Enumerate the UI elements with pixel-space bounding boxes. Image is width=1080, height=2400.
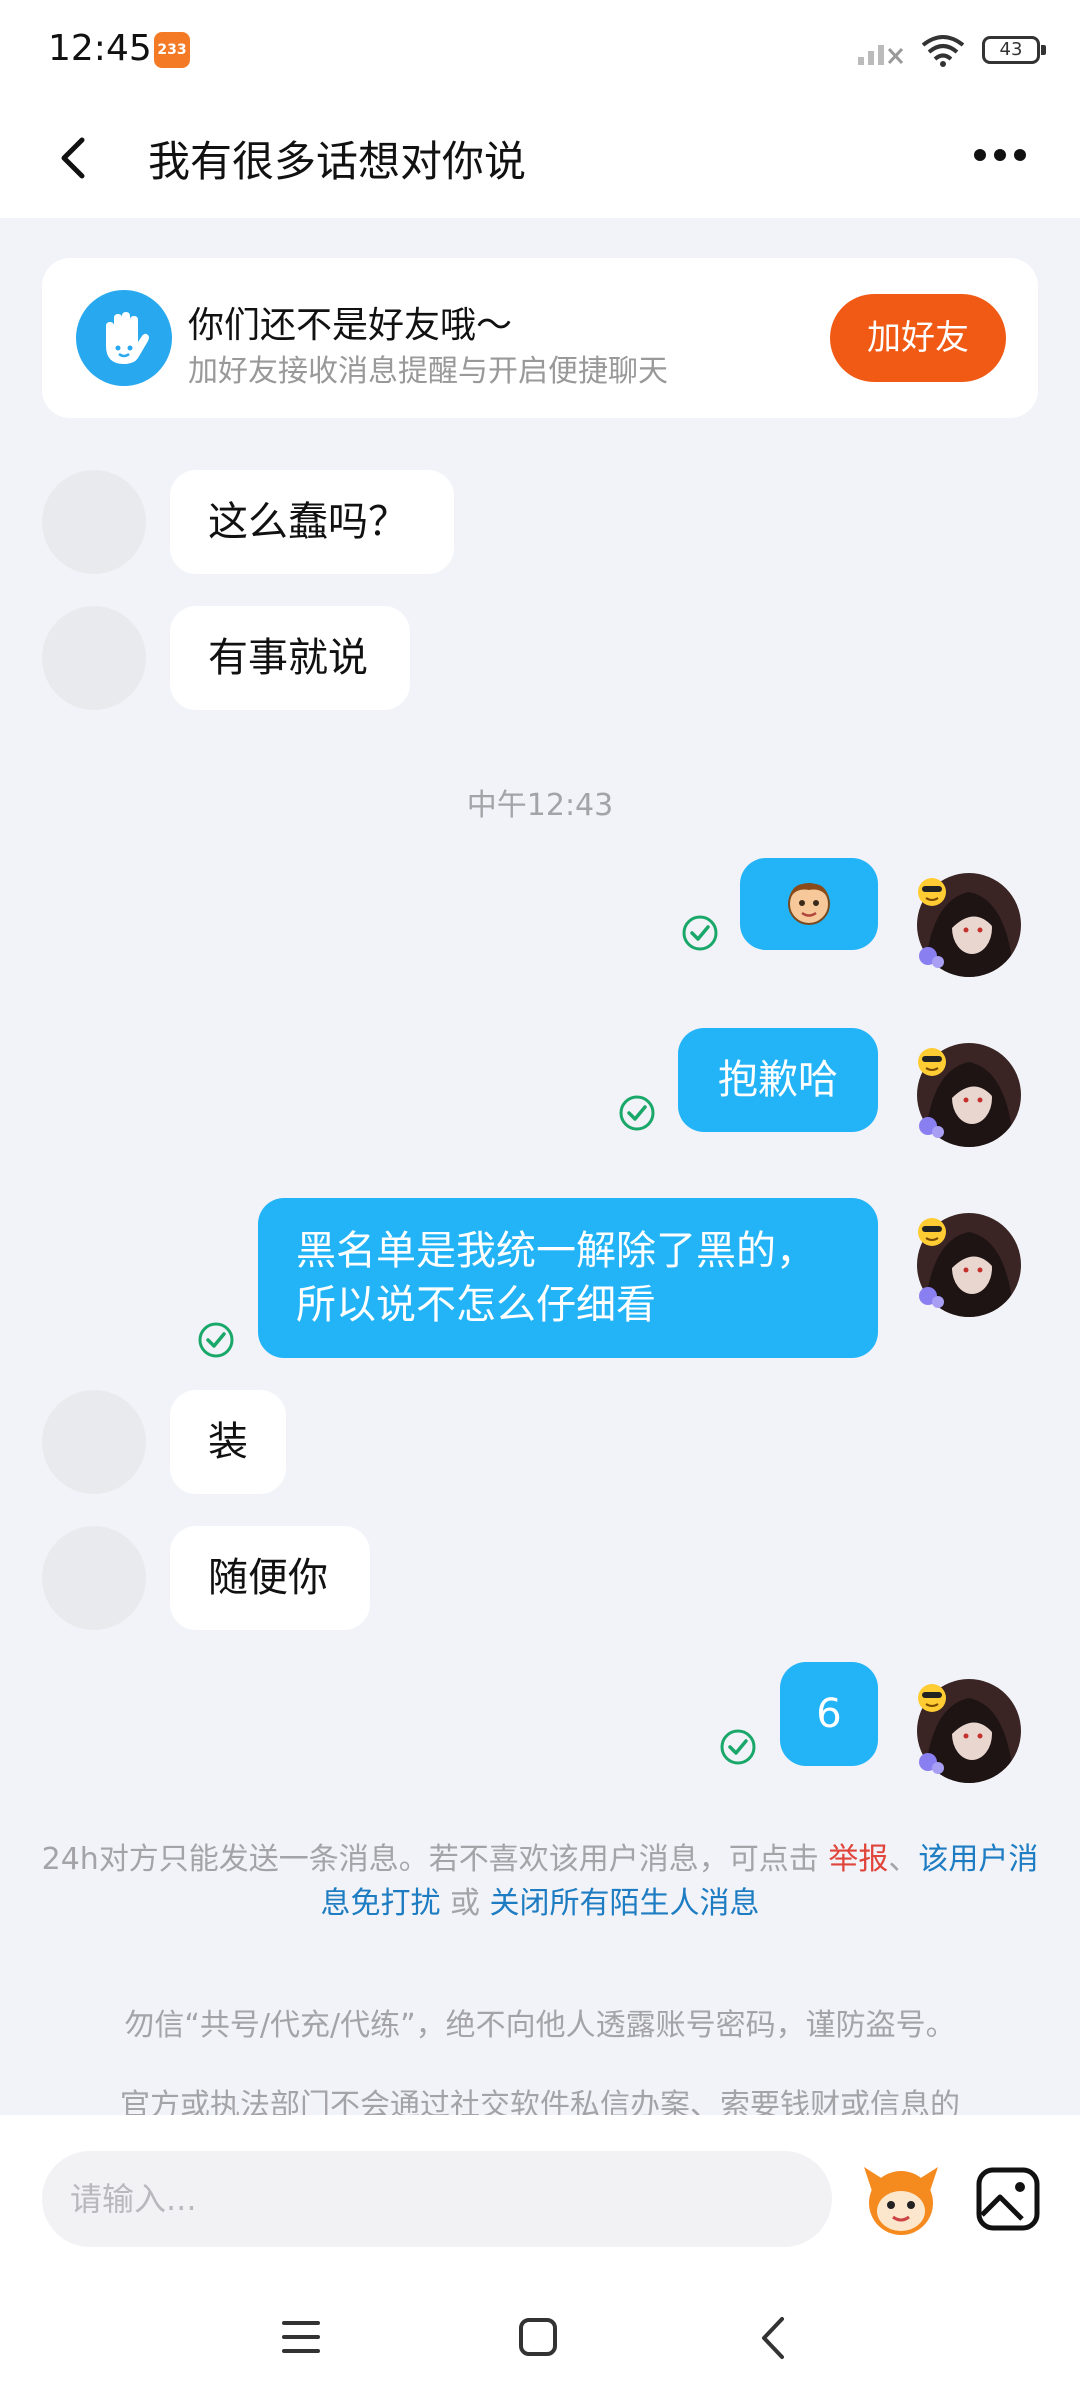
wifi-icon	[921, 35, 965, 67]
system-back-icon[interactable]	[758, 2315, 788, 2361]
message-text-line: 黑名单是我统一解除了黑的，	[296, 1228, 816, 1274]
my-avatar[interactable]	[914, 1210, 1024, 1320]
sticker-face-icon	[788, 883, 830, 925]
contact-avatar[interactable]	[42, 606, 146, 710]
message-timestamp: 中午12:43	[466, 788, 614, 823]
message-text-line: 所以说不怎么仔细看	[296, 1282, 656, 1328]
read-check-icon	[619, 1095, 655, 1131]
recent-apps-icon[interactable]	[280, 2317, 322, 2357]
contact-avatar[interactable]	[42, 1526, 146, 1630]
message-bubble-outgoing[interactable]	[740, 858, 878, 950]
my-avatar[interactable]	[914, 1040, 1024, 1150]
read-check-icon	[682, 915, 718, 951]
message-bubble-incoming[interactable]: 有事就说	[170, 606, 410, 710]
app-notification-icon: 233	[154, 32, 190, 68]
home-icon[interactable]	[518, 2317, 558, 2357]
message-bubble-outgoing[interactable]: 6	[780, 1662, 878, 1766]
contact-avatar[interactable]	[42, 1390, 146, 1494]
message-bubble-outgoing[interactable]: 抱歉哈	[678, 1028, 878, 1132]
add-friend-banner: 你们还不是好友哦～ 加好友接收消息提醒与开启便捷聊天 加好友	[42, 258, 1038, 418]
more-options-icon[interactable]	[970, 140, 1030, 170]
friend-card-title: 你们还不是好友哦～	[188, 305, 513, 346]
notice-text: 24h对方只能发送一条消息。若不喜欢该用户消息，可点击	[41, 1842, 829, 1877]
status-time: 12:45	[48, 28, 152, 69]
sticker-emoji-icon[interactable]	[860, 2161, 942, 2239]
report-link[interactable]: 举报	[828, 1842, 888, 1877]
safety-warning: 勿信“共号/代充/代练”，绝不向他人透露账号密码，谨防盗号。	[124, 2008, 956, 2043]
message-input[interactable]	[42, 2151, 832, 2247]
message-bubble-incoming[interactable]: 这么蠢吗？	[170, 470, 454, 574]
status-icons: 43	[858, 30, 1046, 70]
back-arrow-icon[interactable]	[48, 130, 104, 186]
stranger-message-notice: 24h对方只能发送一条消息。若不喜欢该用户消息，可点击 举报、该用户消息免打扰 …	[40, 1838, 1040, 1926]
close-stranger-messages-link[interactable]: 关闭所有陌生人消息	[490, 1886, 760, 1921]
chat-header: 我有很多话想对你说	[0, 100, 1080, 218]
read-check-icon	[720, 1729, 756, 1765]
notice-separator: 、	[888, 1842, 919, 1877]
friend-card-subtitle: 加好友接收消息提醒与开启便捷聊天	[188, 354, 668, 389]
status-bar: 12:45 233 43	[0, 0, 1080, 100]
chat-title: 我有很多话想对你说	[148, 137, 527, 186]
wave-hand-icon	[76, 290, 172, 386]
my-avatar[interactable]	[914, 1676, 1024, 1786]
input-bar	[0, 2115, 1080, 2275]
image-picker-icon[interactable]	[974, 2165, 1042, 2233]
add-friend-button[interactable]: 加好友	[830, 294, 1006, 382]
signal-icon	[858, 45, 904, 65]
system-nav-bar	[0, 2275, 1080, 2400]
battery-icon: 43	[982, 36, 1046, 64]
contact-avatar[interactable]	[42, 470, 146, 574]
my-avatar[interactable]	[914, 870, 1024, 980]
read-check-icon	[198, 1322, 234, 1358]
message-bubble-incoming[interactable]: 装	[170, 1390, 286, 1494]
message-bubble-outgoing[interactable]: 黑名单是我统一解除了黑的， 所以说不怎么仔细看	[258, 1198, 878, 1358]
message-bubble-incoming[interactable]: 随便你	[170, 1526, 370, 1630]
notice-or: 或	[440, 1886, 490, 1921]
